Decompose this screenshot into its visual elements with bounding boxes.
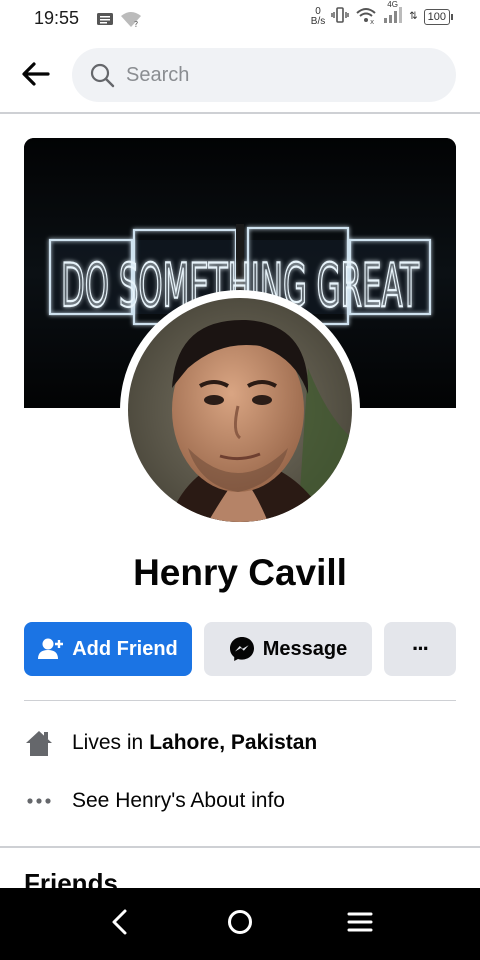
svg-text:?: ? — [134, 20, 138, 28]
network-label: 4G — [387, 0, 398, 9]
profile-picture-frame — [120, 290, 360, 530]
message-icon — [96, 11, 114, 32]
more-icon: ··· — [412, 636, 430, 661]
nav-home-icon — [226, 908, 254, 941]
battery-indicator: 100 — [423, 8, 454, 25]
charging-icon: ⇅ — [409, 11, 418, 22]
nav-back-icon — [108, 908, 132, 941]
search-icon — [88, 61, 116, 89]
vibrate-icon — [331, 6, 349, 27]
profile-picture — [128, 298, 352, 522]
section-divider — [0, 846, 480, 848]
nav-menu-button[interactable] — [338, 902, 382, 946]
wifi-question-icon: ? — [120, 10, 142, 33]
add-friend-icon — [38, 637, 64, 661]
back-arrow-icon — [20, 58, 52, 95]
status-left-icons: ? — [96, 10, 142, 33]
back-button[interactable] — [16, 56, 56, 96]
system-nav-bar — [0, 888, 480, 960]
net-speed: 0 B/s — [310, 5, 326, 27]
more-options-button[interactable]: ··· — [384, 622, 456, 676]
messenger-icon — [229, 636, 255, 662]
signal-icon: 4G — [383, 0, 403, 27]
wifi-icon: x — [355, 6, 377, 27]
nav-back-button[interactable] — [98, 902, 142, 946]
search-input[interactable] — [124, 62, 428, 88]
profile-name: Henry Cavill — [133, 552, 347, 593]
status-right: 0 B/s x 4G ⇅ 100 — [310, 0, 454, 27]
intro-divider — [24, 700, 456, 701]
nav-menu-icon — [347, 910, 373, 939]
lives-in-prefix: Lives in — [72, 731, 144, 754]
lives-in-location[interactable]: Lahore, Pakistan — [149, 731, 317, 755]
search-box[interactable] — [72, 48, 456, 102]
home-icon — [24, 728, 54, 758]
top-divider — [0, 112, 480, 114]
message-label: Message — [262, 637, 348, 660]
message-button[interactable]: Message — [204, 622, 372, 676]
svg-text:x: x — [370, 18, 374, 24]
nav-home-button[interactable] — [218, 902, 262, 946]
net-speed-unit: B/s — [310, 15, 326, 27]
top-bar — [0, 38, 480, 112]
net-speed-value: 0 — [315, 5, 321, 17]
status-bar: 19:55 ? 0 B/s x 4G ⇅ 100 — [0, 0, 480, 38]
add-friend-label: Add Friend — [72, 637, 178, 660]
add-friend-button[interactable]: Add Friend — [24, 622, 192, 676]
dots-icon — [24, 786, 54, 816]
lives-in-row: Lives in Lahore, Pakistan — [24, 728, 317, 758]
status-time: 19:55 — [34, 8, 80, 28]
avatar[interactable] — [128, 298, 352, 522]
about-info-label: See Henry's About info — [72, 789, 285, 812]
about-info-row[interactable]: See Henry's About info — [24, 786, 285, 816]
